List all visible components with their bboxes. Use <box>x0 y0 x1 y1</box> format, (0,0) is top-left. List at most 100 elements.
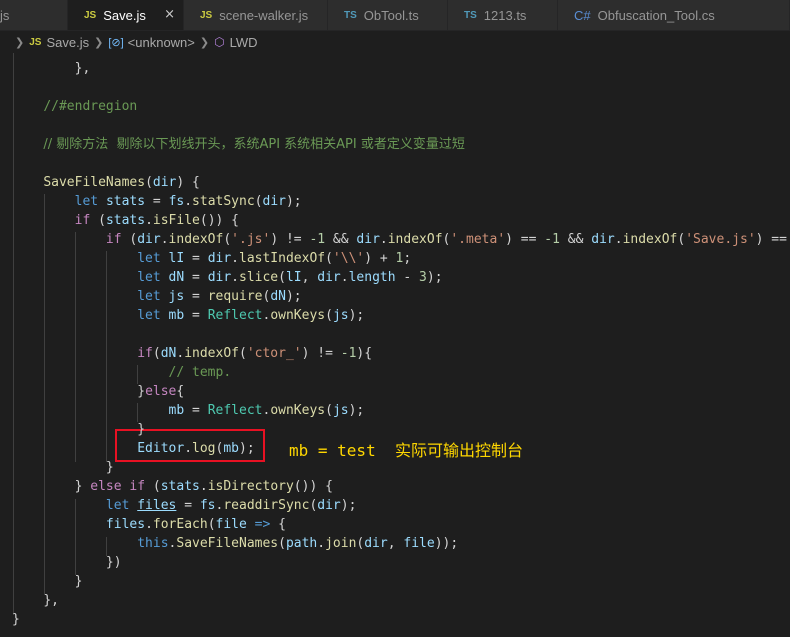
code-token: length <box>348 270 396 285</box>
code-token: dir <box>262 194 286 209</box>
code-line: if(dN.indexOf('ctor_') != -1){ <box>12 344 372 363</box>
code-token: stats <box>105 213 146 228</box>
breadcrumb-symbol[interactable]: <unknown> <box>128 35 195 50</box>
code-token: indexOf <box>168 232 224 247</box>
code-token: indexOf <box>184 346 239 361</box>
code-token: // 剔除方法 剔除以下划线开头，系统API 系统相关API 或者定义变量过短 <box>43 137 465 152</box>
code-token: - <box>395 270 420 285</box>
annotation-note: mb = test 实际可输出控制台 <box>289 437 523 461</box>
code-token: ()) { <box>199 213 240 228</box>
code-token: . <box>379 232 388 247</box>
code-line: if (stats.isFile()) { <box>12 211 239 230</box>
code-token: ( <box>145 479 161 494</box>
code-token: ()) { <box>293 479 333 494</box>
code-editor[interactable]: mb = test 实际可输出控制台 }, //#endregion // 剔除… <box>0 53 790 637</box>
code-token: ( <box>278 270 286 285</box>
code-token: , <box>301 270 318 285</box>
code-token: . <box>199 479 208 494</box>
code-token: ownKeys <box>270 308 326 323</box>
code-token: '.meta' <box>450 232 506 247</box>
code-token: }, <box>43 593 59 608</box>
code-token: dN <box>270 289 286 304</box>
code-token: file <box>403 536 435 551</box>
variable-icon: [⊘] <box>108 36 124 49</box>
tab-label: ObTool.ts <box>363 7 419 23</box>
code-token: dir <box>317 498 341 513</box>
code-token: , <box>387 536 404 551</box>
code-token: ) { <box>176 175 200 190</box>
code-token: lI <box>168 251 185 266</box>
code-token: //#endregion <box>43 99 138 114</box>
code-token: ) == <box>505 232 545 247</box>
code-token: . <box>614 232 623 247</box>
tab-obfuscation-tool-cs[interactable]: C# Obfuscation_Tool.cs <box>558 0 790 30</box>
code-token: && <box>325 232 357 247</box>
code-token: if <box>129 479 146 494</box>
code-token: ( <box>121 232 138 247</box>
code-token: files <box>105 517 146 532</box>
code-token: . <box>231 251 239 266</box>
code-token: . <box>160 232 169 247</box>
js-file-icon: JS <box>200 9 213 21</box>
code-token: file <box>215 517 247 532</box>
code-token: this <box>137 536 169 551</box>
code-line: //#endregion <box>12 97 137 116</box>
code-line: }, <box>12 59 91 78</box>
tab-label: Obfuscation_Tool.cs <box>597 7 715 23</box>
code-token: } <box>74 574 83 589</box>
code-line: this.SaveFileNames(path.join(dir, file))… <box>12 534 458 553</box>
code-line: let js = require(dN); <box>12 287 301 306</box>
code-token: ( <box>278 536 286 551</box>
tab-label: js <box>0 7 10 23</box>
code-token: . <box>231 270 239 285</box>
code-token: = <box>184 251 208 266</box>
code-line: let mb = Reflect.ownKeys(js); <box>12 306 364 325</box>
tab-1213-ts[interactable]: TS 1213.ts <box>448 0 558 30</box>
code-token: dir <box>152 175 177 190</box>
tab-js[interactable]: js <box>0 0 68 30</box>
code-line: } <box>12 420 145 439</box>
tab-label: 1213.ts <box>483 7 527 23</box>
code-line: // temp. <box>12 363 232 382</box>
code-token: ( <box>254 194 263 209</box>
code-token: if <box>105 232 122 247</box>
close-icon[interactable]: × <box>164 7 175 22</box>
code-line: // 剔除方法 剔除以下划线开头，系统API 系统相关API 或者定义变量过短 <box>12 135 465 154</box>
breadcrumb-file[interactable]: Save.js <box>46 35 89 50</box>
method-cube-icon: ⬡ <box>214 35 225 49</box>
tab-save-js[interactable]: JS Save.js × <box>68 0 184 30</box>
code-token: mb <box>168 403 185 418</box>
code-token: // temp. <box>168 365 232 380</box>
code-token: fs <box>168 194 185 209</box>
code-token: } <box>12 612 20 627</box>
code-token: let <box>137 289 161 304</box>
code-token: forEach <box>152 517 208 532</box>
js-file-icon: JS <box>84 9 97 21</box>
tab-scene-walker-js[interactable]: JS scene-walker.js <box>184 0 328 30</box>
code-line: }else{ <box>12 382 184 401</box>
code-token: lI <box>285 270 302 285</box>
breadcrumb-method[interactable]: LWD <box>230 35 258 50</box>
code-token: js <box>332 403 349 418</box>
code-token: -1 <box>544 232 560 247</box>
code-token: let <box>74 194 99 209</box>
code-token: ) != <box>270 232 310 247</box>
code-token: SaveFileNames <box>43 175 146 190</box>
code-token: indexOf <box>387 232 443 247</box>
code-token: if <box>74 213 91 228</box>
code-token: let <box>137 270 161 285</box>
tab-obtool-ts[interactable]: TS ObTool.ts <box>328 0 448 30</box>
code-token: else <box>90 479 122 494</box>
code-line: }, <box>12 591 59 610</box>
code-token: join <box>325 536 357 551</box>
